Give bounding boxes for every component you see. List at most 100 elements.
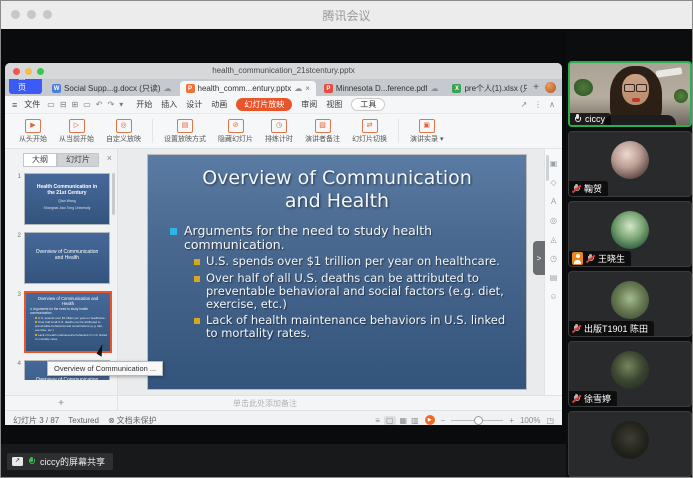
rail-icons-top: ▣ ◇ A ◎ <box>550 159 558 225</box>
view-icon[interactable]: ▥ <box>411 416 419 425</box>
ribbon-button[interactable]: ⊘隐藏幻灯片 <box>212 119 259 144</box>
tab-close-icon[interactable]: × <box>305 84 310 93</box>
menu-right-icons: ↗ ⋮ ∧ <box>520 100 555 109</box>
ribbon-button[interactable]: ▶从头开始 <box>13 119 53 144</box>
menu-right-icon[interactable]: ∧ <box>549 100 555 109</box>
quickbar-icon[interactable]: ▾ <box>119 100 123 109</box>
wps-tab-bar: 首页 WSocial Supp...g.docx (只读)☁Phealth_co… <box>5 79 562 96</box>
document-tab[interactable]: Xpre个人(1).xlsx (只读)☁ <box>446 81 527 96</box>
panel-scrollbar[interactable] <box>112 173 115 215</box>
member-badge-icon <box>572 252 583 265</box>
new-tab-button[interactable]: + <box>533 82 539 93</box>
quick-access-toolbar: ▭ ⊟ ⊞ ▭ ↶ ↷ ▾ <box>47 100 123 109</box>
add-slide-button[interactable]: + <box>5 396 118 410</box>
menu-item[interactable]: 开始 <box>136 99 152 110</box>
participant-tile[interactable]: ciccy <box>568 61 692 127</box>
zoom-in-button[interactable]: + <box>509 416 514 425</box>
thumb-subtitle: Qian Wang <box>25 199 109 203</box>
video-scene-shape <box>674 89 688 103</box>
ribbon-button[interactable]: ◷排练计时 <box>259 119 299 144</box>
wps-tab-strip: WSocial Supp...g.docx (只读)☁Phealth_comm.… <box>46 81 527 96</box>
zoom-slider[interactable] <box>451 420 503 421</box>
bullet-line: Arguments for the need to study health c… <box>170 224 510 253</box>
rail-icon[interactable]: ◷ <box>550 254 557 263</box>
view-icon[interactable]: ▢ <box>384 416 396 425</box>
slide-thumbnail[interactable]: Overview of Communication and Health <box>24 232 110 284</box>
document-protection-status[interactable]: ⊗ 文档未保护 <box>108 415 157 426</box>
notes-input[interactable]: 单击此处添加备注 <box>118 396 562 410</box>
participant-tile[interactable] <box>568 411 692 477</box>
rail-icon[interactable]: A <box>551 197 556 206</box>
ribbon-button[interactable]: ⇄幻灯片切换 <box>346 119 393 144</box>
slide-bullets: Arguments for the need to study health c… <box>148 224 526 341</box>
hamburger-icon: ≡ <box>12 100 17 110</box>
participant-name: ciccy <box>585 114 605 124</box>
menu-right-icon[interactable]: ⋮ <box>534 100 542 109</box>
bullet-text: Arguments for the need to study health c… <box>184 224 510 253</box>
participant-name-tag: 鞠贺 <box>569 181 608 196</box>
ribbon-button[interactable]: ▤设置放映方式 <box>158 119 212 144</box>
document-tab[interactable]: Phealth_comm...entury.pptx☁× <box>180 81 316 96</box>
view-icon[interactable]: ▦ <box>400 416 408 425</box>
thumbnail-item: 1Health Communication in the 21st Centur… <box>13 173 117 225</box>
fullscreen-icon[interactable]: ◳ <box>546 416 554 425</box>
participant-tile[interactable]: 鞠贺 <box>568 131 692 197</box>
tab-outline[interactable]: 大纲 <box>23 153 57 167</box>
screen-share-icon: ↗ <box>12 457 23 466</box>
document-tab[interactable]: WSocial Supp...g.docx (只读)☁ <box>46 81 177 96</box>
view-icon[interactable]: ≡ <box>375 416 380 425</box>
wps-user-avatar[interactable] <box>545 82 556 93</box>
slide-thumbnail[interactable]: Overview of Communication and HealthArgu… <box>24 291 112 353</box>
participant-name-tag: 徐雪婷 <box>569 391 617 406</box>
slide-thumbnail[interactable]: Health Communication in the 21st Century… <box>24 173 110 225</box>
wps-status-bar: 幻灯片 3 / 87 Textured ⊗ 文档未保护 ≡▢▦▥ ▶ − + 1… <box>5 410 562 425</box>
menu-item[interactable]: 动画 <box>211 99 227 110</box>
bullet-text: U.S. spends over $1 trillion per year on… <box>206 255 500 268</box>
zoom-level[interactable]: 100% <box>520 416 540 425</box>
ribbon-button[interactable]: ▣演讲实录 ▾ <box>404 119 449 144</box>
ribbon-button[interactable]: ▷从当前开始 <box>53 119 100 144</box>
rail-icon[interactable]: ◇ <box>550 178 556 187</box>
meeting-title: 腾讯会议 <box>1 7 692 24</box>
menu-item[interactable]: 设计 <box>186 99 202 110</box>
rail-icon[interactable]: ▣ <box>550 159 558 168</box>
zoom-slider-knob[interactable] <box>474 416 483 425</box>
menu-right-icon[interactable]: ↗ <box>520 100 527 109</box>
rail-icon[interactable]: ◎ <box>550 216 557 225</box>
collapse-rail-tab[interactable]: > <box>533 241 545 275</box>
participant-tile[interactable]: 出版T1901 陈田 <box>568 271 692 337</box>
panel-close-icon[interactable]: × <box>107 153 112 163</box>
rail-icon[interactable]: ▤ <box>550 273 558 282</box>
slide-scrollbar[interactable] <box>546 155 549 181</box>
participant-tile[interactable]: 王晓生 <box>568 201 692 267</box>
tab-slides[interactable]: 幻灯片 <box>57 153 99 167</box>
quickbar-icon[interactable]: ⊟ <box>60 100 67 109</box>
meeting-titlebar: 腾讯会议 <box>1 1 692 30</box>
menu-item[interactable]: 插入 <box>161 99 177 110</box>
menu-item[interactable]: 审阅 <box>301 99 317 110</box>
rail-icon[interactable]: ☺ <box>549 292 557 301</box>
participant-tile[interactable]: 徐雪婷 <box>568 341 692 407</box>
file-menu[interactable]: 文件 <box>24 99 40 110</box>
quickbar-icon[interactable]: ↶ <box>96 100 103 109</box>
ribbon-button-icon: ▷ <box>69 119 85 133</box>
rail-icon[interactable]: ◬ <box>550 235 556 244</box>
document-tab[interactable]: PMinnesota D...ference.pdf☁ <box>318 81 445 96</box>
quickbar-icon[interactable]: ⊞ <box>72 100 79 109</box>
quickbar-icon[interactable]: ▭ <box>83 100 91 109</box>
menu-item[interactable]: 幻灯片放映 <box>236 98 292 111</box>
ribbon-button-label: 设置放映方式 <box>164 134 206 144</box>
participant-name-tag: ciccy <box>570 113 611 125</box>
video-scene-shape <box>636 84 647 92</box>
slide-thumbnail-panel: 大纲 幻灯片 × 1Health Communication in the 21… <box>5 149 118 395</box>
menu-item[interactable]: 工具 <box>351 98 385 111</box>
quickbar-icon[interactable]: ↷ <box>108 100 115 109</box>
ribbon-button[interactable]: ▧演讲者备注 <box>299 119 346 144</box>
menu-item[interactable]: 视图 <box>326 99 342 110</box>
slide-canvas[interactable]: Overview of Communication and Health Arg… <box>148 155 526 389</box>
ribbon-button[interactable]: ◎自定义放映 <box>100 119 147 144</box>
cloud-sync-icon: ☁ <box>294 84 302 93</box>
quickbar-icon[interactable]: ▭ <box>47 100 55 109</box>
zoom-out-button[interactable]: − <box>441 416 446 425</box>
slideshow-play-button[interactable]: ▶ <box>425 415 435 425</box>
